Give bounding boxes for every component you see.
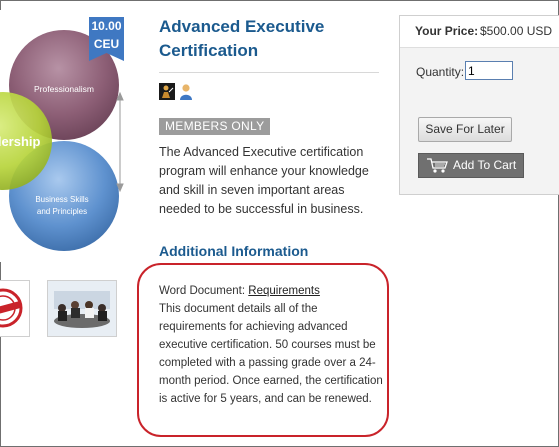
members-only-badge: MEMBERS ONLY	[159, 118, 271, 135]
business-skills-label-1: Business Skills	[35, 195, 88, 204]
price-row: Your Price: $500.00 USD	[400, 16, 559, 48]
product-description: The Advanced Executive certification pro…	[159, 145, 369, 216]
quantity-input[interactable]	[465, 61, 513, 80]
title-divider	[159, 72, 379, 73]
price-value: $500.00 USD	[480, 24, 553, 38]
purchase-panel: Your Price: $500.00 USD Quantity: Save F…	[399, 15, 559, 195]
quantity-label: Quantity:	[416, 65, 465, 79]
user-icon[interactable]	[178, 83, 194, 100]
thumbnail-certified[interactable]	[0, 280, 30, 337]
shopping-cart-icon	[427, 158, 448, 173]
document-info: Word Document: Requirements This documen…	[159, 282, 387, 408]
additional-info-heading: Additional Information	[159, 243, 309, 259]
ceu-badge: 10.00 CEU	[89, 17, 124, 61]
cycle-arrow-icon	[116, 91, 124, 193]
document-description: This document details all of the require…	[159, 303, 383, 405]
professionalism-label: Professionalism	[34, 84, 94, 94]
meeting-photo-icon	[48, 281, 116, 336]
price-label: Your Price:	[415, 24, 479, 38]
certified-stamp-icon	[0, 288, 23, 328]
leadership-label: dership	[0, 134, 41, 149]
thumbnail-meeting[interactable]	[47, 280, 117, 337]
requirements-link[interactable]: Requirements	[248, 285, 320, 297]
business-skills-label-2: and Principles	[37, 207, 87, 216]
ceu-unit: CEU	[93, 37, 120, 51]
presenter-icon[interactable]	[159, 83, 175, 100]
document-label: Word Document:	[159, 285, 246, 297]
product-title: Advanced Executive Certification	[159, 17, 325, 60]
save-for-later-button[interactable]: Save For Later	[418, 117, 512, 142]
add-to-cart-label: Add To Cart	[453, 158, 517, 172]
ceu-number: 10.00	[91, 19, 122, 33]
add-to-cart-button[interactable]: Add To Cart	[418, 153, 524, 178]
